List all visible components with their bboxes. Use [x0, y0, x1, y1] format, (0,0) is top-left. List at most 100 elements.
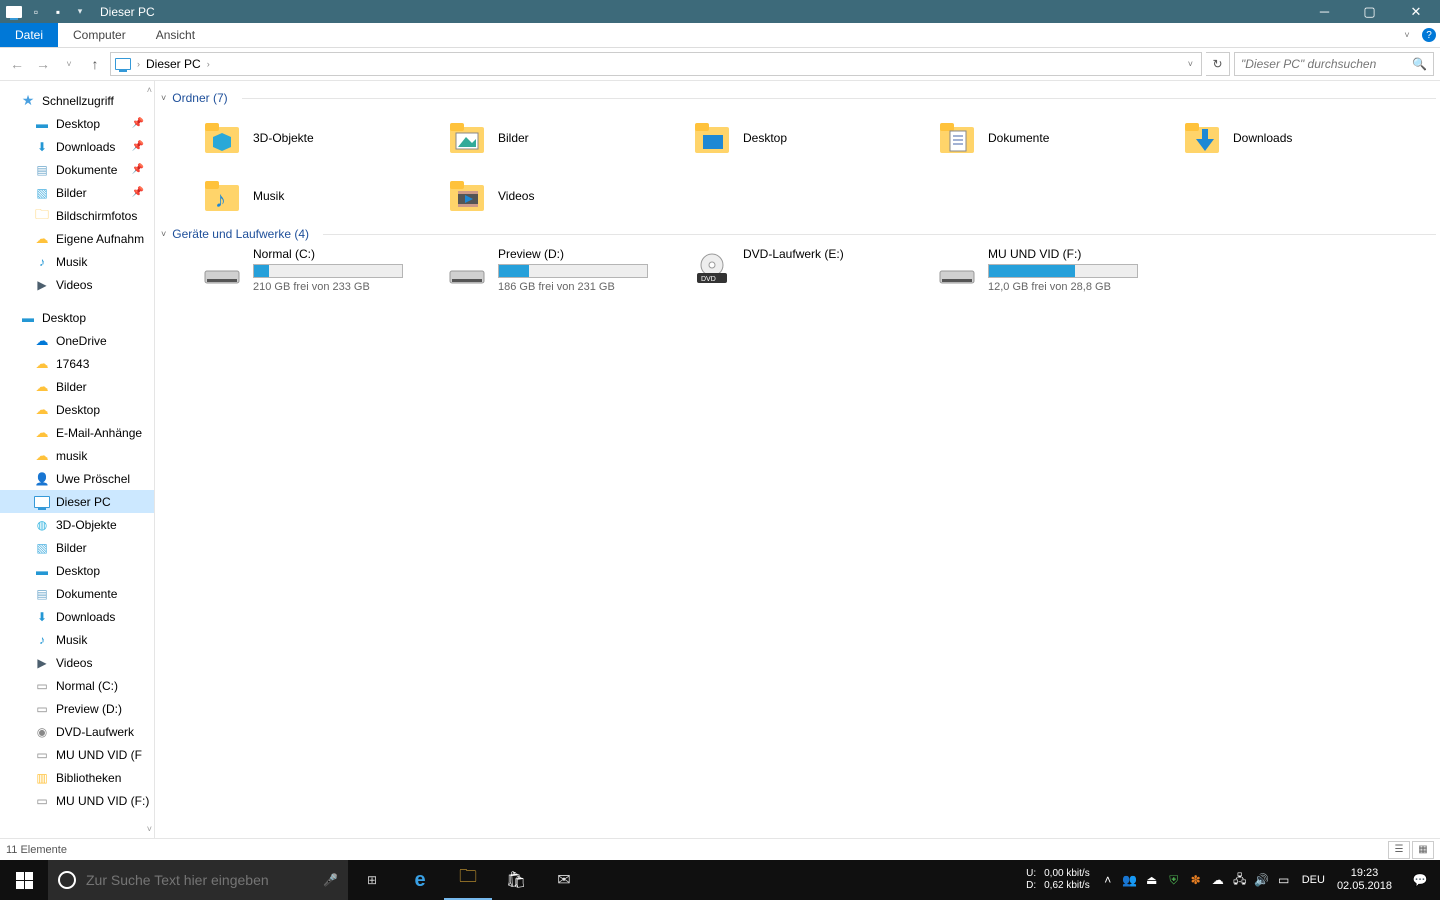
drive-item[interactable]: MU UND VID (F:)12,0 GB frei von 28,8 GB: [936, 243, 1181, 301]
taskbar-clock[interactable]: 19:23 02.05.2018: [1329, 867, 1400, 893]
scroll-up-icon[interactable]: ˄: [147, 85, 152, 95]
group-folders[interactable]: ˅ Ordner (7): [161, 87, 1436, 107]
folder-item[interactable]: Desktop: [691, 107, 936, 165]
drive-item[interactable]: Preview (D:)186 GB frei von 231 GB: [446, 243, 691, 301]
cortana-search[interactable]: 🎤: [48, 860, 348, 900]
scroll-down-icon[interactable]: ˅: [147, 824, 152, 834]
nav-item[interactable]: ☁E-Mail-Anhänge: [0, 421, 154, 444]
network-icon[interactable]: 🖧: [1232, 870, 1248, 891]
search-box[interactable]: 🔍: [1234, 52, 1434, 76]
nav-item[interactable]: ▭MU UND VID (F:): [0, 789, 154, 812]
nav-item[interactable]: ▧Bilder: [0, 536, 154, 559]
nav-item[interactable]: ☁17643: [0, 352, 154, 375]
drive-item[interactable]: Normal (C:)210 GB frei von 233 GB: [201, 243, 446, 301]
nav-item[interactable]: ☁Desktop: [0, 398, 154, 421]
minimize-button[interactable]: ─: [1302, 0, 1347, 23]
address-bar[interactable]: › Dieser PC › ˅: [110, 52, 1202, 76]
nav-item[interactable]: ◍3D-Objekte: [0, 513, 154, 536]
nav-desktop[interactable]: ▬Desktop📌: [0, 112, 154, 135]
nav-item[interactable]: ▶Videos: [0, 651, 154, 674]
taskbar-mail[interactable]: ✉: [540, 860, 588, 900]
nav-onedrive[interactable]: ☁OneDrive: [0, 329, 154, 352]
folder-item[interactable]: Downloads: [1181, 107, 1426, 165]
breadcrumb[interactable]: Dieser PC: [146, 57, 201, 71]
pin-icon: 📌: [132, 187, 144, 198]
folder-item[interactable]: ♪Musik: [201, 165, 446, 223]
folder-item[interactable]: Dokumente: [936, 107, 1181, 165]
view-details-button[interactable]: ☰: [1388, 841, 1410, 859]
drive-bar: [253, 264, 403, 278]
ime-icon[interactable]: ▭: [1276, 873, 1292, 887]
qat-icon-3[interactable]: ▪: [48, 3, 68, 21]
ribbon-collapse[interactable]: ˅: [1396, 23, 1418, 47]
folder-item[interactable]: Bilder: [446, 107, 691, 165]
taskbar-store[interactable]: 🛍: [492, 860, 540, 900]
nav-downloads[interactable]: ⬇Downloads📌: [0, 135, 154, 158]
nav-pictures[interactable]: ▧Bilder📌: [0, 181, 154, 204]
qat-icon-1[interactable]: [4, 3, 24, 21]
back-button[interactable]: ←: [6, 53, 28, 75]
nav-item[interactable]: ♪Musik: [0, 628, 154, 651]
tab-view[interactable]: Ansicht: [141, 23, 210, 47]
tray-up-icon[interactable]: ˄: [1100, 873, 1116, 887]
volume-icon[interactable]: 🔊: [1254, 873, 1270, 887]
nav-screenshots[interactable]: 🗀Bildschirmfotos: [0, 204, 154, 227]
folders-grid: 3D-ObjekteBilderDesktopDokumenteDownload…: [161, 107, 1436, 223]
download-icon: ⬇: [34, 609, 50, 625]
people-icon[interactable]: 👥: [1122, 873, 1138, 887]
nav-this-pc[interactable]: Dieser PC: [0, 490, 154, 513]
recent-dropdown[interactable]: ˅: [58, 53, 80, 75]
search-input[interactable]: [1241, 57, 1412, 71]
folder-item[interactable]: Videos: [446, 165, 691, 223]
folder-item[interactable]: 3D-Objekte: [201, 107, 446, 165]
nav-item[interactable]: ⬇Downloads: [0, 605, 154, 628]
drive-item[interactable]: DVDDVD-Laufwerk (E:): [691, 243, 936, 301]
nav-item[interactable]: ▤Dokumente: [0, 582, 154, 605]
nav-recordings[interactable]: ☁Eigene Aufnahm: [0, 227, 154, 250]
nav-music[interactable]: ♪Musik: [0, 250, 154, 273]
tab-computer[interactable]: Computer: [58, 23, 141, 47]
maximize-button[interactable]: ▢: [1347, 0, 1392, 23]
nav-documents[interactable]: ▤Dokumente📌: [0, 158, 154, 181]
cortana-input[interactable]: [86, 872, 313, 888]
nav-item[interactable]: ☁musik: [0, 444, 154, 467]
drive-name: Normal (C:): [253, 247, 403, 261]
nav-videos[interactable]: ▶Videos: [0, 273, 154, 296]
nav-item[interactable]: ▭MU UND VID (F: [0, 743, 154, 766]
cloud-icon: ☁: [34, 231, 50, 247]
qat-dropdown[interactable]: ▾: [70, 3, 90, 21]
nav-item[interactable]: ▭Preview (D:): [0, 697, 154, 720]
up-button[interactable]: ↑: [84, 53, 106, 75]
nav-user[interactable]: 👤Uwe Pröschel: [0, 467, 154, 490]
drive-icon: ▭: [34, 747, 50, 763]
close-button[interactable]: ✕: [1392, 0, 1440, 23]
folder-icon: [1181, 117, 1223, 159]
qat-icon-2[interactable]: ▫: [26, 3, 46, 21]
nav-item[interactable]: ☁Bilder: [0, 375, 154, 398]
language-indicator[interactable]: DEU: [1298, 874, 1329, 886]
action-center-button[interactable]: 💬: [1400, 873, 1440, 887]
group-drives[interactable]: ˅ Geräte und Laufwerke (4): [161, 223, 1436, 243]
taskbar-edge[interactable]: e: [396, 860, 444, 900]
view-tiles-button[interactable]: ▦: [1412, 841, 1434, 859]
address-dropdown[interactable]: ˅: [1184, 59, 1197, 69]
tray-icon[interactable]: ✽: [1188, 873, 1204, 887]
taskbar-explorer[interactable]: 🗀: [444, 860, 492, 900]
nav-item[interactable]: ◉DVD-Laufwerk: [0, 720, 154, 743]
start-button[interactable]: [0, 860, 48, 900]
nav-quick-access[interactable]: ★Schnellzugriff: [0, 89, 154, 112]
nav-desktop-root[interactable]: ▬Desktop: [0, 306, 154, 329]
nav-item[interactable]: ▭Normal (C:): [0, 674, 154, 697]
onedrive-icon[interactable]: ☁: [1210, 873, 1226, 887]
nav-libraries[interactable]: ▥Bibliotheken: [0, 766, 154, 789]
mic-icon[interactable]: 🎤: [323, 873, 338, 887]
task-view-button[interactable]: ⊞: [348, 860, 396, 900]
forward-button[interactable]: →: [32, 53, 54, 75]
nav-item[interactable]: ▬Desktop: [0, 559, 154, 582]
shield-icon[interactable]: ⛨: [1166, 873, 1182, 888]
help-button[interactable]: ?: [1418, 23, 1440, 47]
tab-file[interactable]: Datei: [0, 23, 58, 47]
user-icon: 👤: [34, 471, 50, 487]
refresh-button[interactable]: ↻: [1206, 52, 1230, 76]
usb-icon[interactable]: ⏏: [1144, 873, 1160, 887]
